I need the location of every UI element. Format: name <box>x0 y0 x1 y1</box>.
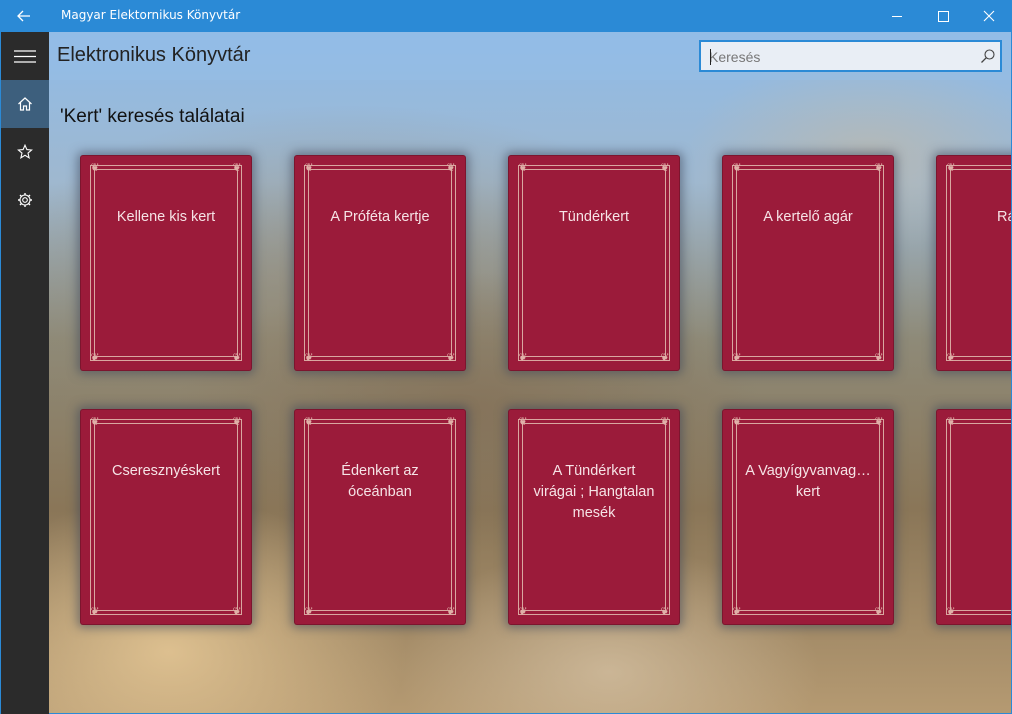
book-title: A kertelő agár <box>763 209 853 225</box>
ornament-icon: ❦ <box>874 351 884 364</box>
ornament-icon: ❦ <box>874 605 884 618</box>
book-title: Cseresznyéskert <box>112 463 220 479</box>
book-card[interactable]: ❦ ❦ ❦ ❦ Édenkert az óceánban <box>294 409 466 625</box>
book-card[interactable]: ❦ ❦ ❦ ❦ A kertelő agár <box>722 155 894 371</box>
ornament-icon: ❦ <box>946 161 956 174</box>
book-title: Ro <box>958 461 1012 482</box>
book-card[interactable]: ❦❦ ❦❦ Ráckert <box>936 155 1012 371</box>
search-box[interactable] <box>699 40 1002 72</box>
ornament-icon: ❦ <box>946 415 956 428</box>
maximize-button[interactable] <box>920 0 966 32</box>
ornament-icon: ❦ <box>232 351 242 364</box>
hamburger-menu-button[interactable] <box>1 32 49 80</box>
back-button[interactable] <box>0 0 48 32</box>
nav-item-favorites[interactable] <box>1 128 49 176</box>
ornament-icon: ❦ <box>446 605 456 618</box>
ornament-icon: ❦ <box>660 415 670 428</box>
book-title: A Próféta kertje <box>330 209 430 225</box>
ornament-icon: ❦ <box>304 415 314 428</box>
results-title: 'Kert' keresés találatai <box>60 106 245 127</box>
ornament-icon: ❦ <box>90 415 100 428</box>
ornament-icon: ❦ <box>304 351 314 364</box>
search-icon[interactable] <box>980 48 996 64</box>
ornament-icon: ❦ <box>660 161 670 174</box>
ornament-icon: ❦ <box>732 161 742 174</box>
book-card[interactable]: ❦ ❦ ❦ ❦ Tündérkert <box>508 155 680 371</box>
book-frame <box>90 165 242 361</box>
app-header: Elektronikus Könyvtár <box>49 32 1012 80</box>
navigation-pane <box>0 32 49 714</box>
close-icon <box>983 10 995 22</box>
ornament-icon: ❦ <box>446 161 456 174</box>
ornament-icon: ❦ <box>518 605 528 618</box>
hamburger-icon <box>14 50 36 63</box>
ornament-icon: ❦ <box>946 351 956 364</box>
book-card[interactable]: ❦ ❦ ❦ ❦ A Próféta kertje <box>294 155 466 371</box>
book-frame <box>304 165 456 361</box>
book-card[interactable]: ❦ ❦ ❦ ❦ Kellene kis kert <box>80 155 252 371</box>
book-title: Édenkert az óceánban <box>341 463 419 500</box>
book-card[interactable]: ❦ ❦ ❦ ❦ A Vagyígyvanvag… kert <box>722 409 894 625</box>
book-frame <box>90 419 242 615</box>
ornament-icon: ❦ <box>304 161 314 174</box>
main-content: Elektronikus Könyvtár 'Kert' keresés tal… <box>49 32 1012 714</box>
ornament-icon: ❦ <box>446 415 456 428</box>
book-title: A Tündérkert virágai ; Hangtalan mesék <box>533 463 655 521</box>
window-title: Magyar Elektornikus Könyvtár <box>61 8 241 22</box>
ornament-icon: ❦ <box>90 605 100 618</box>
ornament-icon: ❦ <box>90 351 100 364</box>
close-button[interactable] <box>966 0 1012 32</box>
ornament-icon: ❦ <box>660 351 670 364</box>
ornament-icon: ❦ <box>90 161 100 174</box>
ornament-icon: ❦ <box>518 351 528 364</box>
book-title: A Vagyígyvanvag… kert <box>745 463 871 500</box>
ornament-icon: ❦ <box>304 605 314 618</box>
book-frame <box>304 419 456 615</box>
ornament-icon: ❦ <box>518 415 528 428</box>
ornament-icon: ❦ <box>518 161 528 174</box>
book-frame <box>732 419 884 615</box>
book-title: Kellene kis kert <box>116 209 216 225</box>
nav-item-settings[interactable] <box>1 176 49 224</box>
title-bar: Magyar Elektornikus Könyvtár <box>0 0 1012 32</box>
ornament-icon: ❦ <box>660 605 670 618</box>
book-frame <box>518 165 670 361</box>
book-frame <box>946 419 1012 615</box>
ornament-icon: ❦ <box>874 161 884 174</box>
book-card[interactable]: ❦ ❦ ❦ ❦ Cseresznyéskert <box>80 409 252 625</box>
book-title: Ráckert <box>997 209 1012 225</box>
ornament-icon: ❦ <box>232 161 242 174</box>
app-title: Elektronikus Könyvtár <box>57 44 251 66</box>
ornament-icon: ❦ <box>732 605 742 618</box>
ornament-icon: ❦ <box>232 415 242 428</box>
ornament-icon: ❦ <box>732 415 742 428</box>
book-frame <box>732 165 884 361</box>
back-arrow-icon <box>17 10 30 22</box>
home-icon <box>18 97 32 111</box>
search-input[interactable] <box>709 47 969 67</box>
minimize-button[interactable] <box>874 0 920 32</box>
ornament-icon: ❦ <box>874 415 884 428</box>
ornament-icon: ❦ <box>232 605 242 618</box>
nav-item-home[interactable] <box>1 80 49 128</box>
ornament-icon: ❦ <box>446 351 456 364</box>
star-icon <box>17 144 33 159</box>
minimize-icon <box>892 16 902 17</box>
book-frame <box>946 165 1012 361</box>
ornament-icon: ❦ <box>946 605 956 618</box>
ornament-icon: ❦ <box>732 351 742 364</box>
book-card[interactable]: ❦ ❦ ❦ ❦ A Tündérkert virágai ; Hangtalan m… <box>508 409 680 625</box>
book-title: Tündérkert <box>558 209 630 225</box>
text-caret <box>710 49 711 65</box>
gear-icon <box>18 193 32 207</box>
maximize-icon <box>938 11 949 22</box>
book-card[interactable]: ❦❦ ❦❦ Ro <box>936 409 1012 625</box>
